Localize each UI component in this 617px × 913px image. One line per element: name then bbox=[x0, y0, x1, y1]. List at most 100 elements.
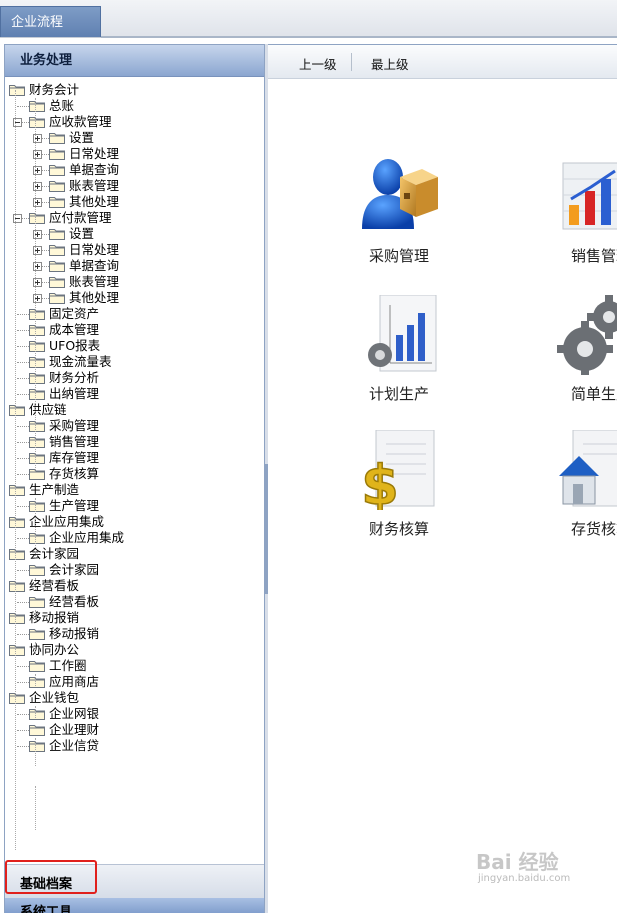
tree-node-label: 移动报销 bbox=[49, 626, 100, 641]
tile-inventory-accounting[interactable]: 存货核算 bbox=[523, 430, 617, 550]
tree-node-label: 出纳管理 bbox=[49, 386, 100, 401]
folder-icon bbox=[9, 612, 25, 624]
tree-connector bbox=[17, 378, 29, 379]
tile-finance-accounting[interactable]: $ 财务核算 bbox=[328, 430, 458, 550]
tree-node-label: 存货核算 bbox=[49, 466, 100, 481]
tree-connector bbox=[17, 634, 29, 635]
top-level-button[interactable]: 最上级 bbox=[371, 54, 409, 73]
sales-bar-chart-icon bbox=[562, 162, 617, 230]
main-content: 上一级 最上级 采购管理 销售管 计划生产 简单生 $ 财务核算 存货核 bbox=[268, 44, 617, 913]
purchase-person-box-icon bbox=[362, 159, 438, 229]
tree-guide-line bbox=[35, 98, 36, 470]
tile-purchase[interactable]: 采购管理 bbox=[328, 157, 458, 277]
tree-guide-line bbox=[35, 610, 36, 622]
tree-connector bbox=[17, 538, 29, 539]
house-document-icon bbox=[559, 430, 617, 507]
top-divider bbox=[101, 36, 617, 38]
tree-node-label: 应用商店 bbox=[49, 674, 100, 689]
folder-icon bbox=[29, 340, 45, 352]
tree-connector bbox=[17, 682, 29, 683]
folder-icon bbox=[29, 420, 45, 432]
tree-node-label: 成本管理 bbox=[49, 322, 100, 337]
folder-icon bbox=[49, 244, 65, 256]
tile-label: 财务核算 bbox=[368, 520, 429, 538]
folder-icon bbox=[29, 532, 45, 544]
tile-label: 简单生产 bbox=[570, 385, 617, 403]
tile-sales[interactable]: 销售管理 bbox=[523, 157, 617, 277]
tile-plan-production[interactable]: 计划生产 bbox=[328, 295, 458, 415]
folder-icon bbox=[29, 628, 45, 640]
tile-label: 计划生产 bbox=[368, 385, 429, 403]
tree-node-label: 日常处理 bbox=[69, 146, 120, 161]
folder-icon bbox=[29, 308, 45, 320]
folder-icon bbox=[29, 708, 45, 720]
tree-node-label: 工作圈 bbox=[49, 658, 87, 673]
folder-icon bbox=[29, 564, 45, 576]
panel-footer-system-tools[interactable]: 系统工具 bbox=[5, 898, 264, 913]
tree-connector bbox=[17, 474, 29, 475]
folder-icon bbox=[49, 180, 65, 192]
tree-connector bbox=[17, 394, 29, 395]
up-level-button[interactable]: 上一级 bbox=[299, 54, 337, 73]
tree-node-label: 会计家园 bbox=[29, 546, 80, 561]
tree-connector bbox=[17, 442, 29, 443]
folder-icon bbox=[29, 324, 45, 336]
tree-connector bbox=[17, 458, 29, 459]
tree-node-label: 生产管理 bbox=[49, 498, 100, 513]
tile-simple-production[interactable]: 简单生产 bbox=[523, 295, 617, 415]
folder-icon bbox=[49, 164, 65, 176]
tile-label: 销售管理 bbox=[570, 247, 617, 265]
tree-guide-line bbox=[35, 498, 36, 558]
tree-connector bbox=[17, 730, 29, 731]
tree-node-label: 企业应用集成 bbox=[29, 514, 105, 529]
folder-icon bbox=[49, 196, 65, 208]
system-tools-label: 系统工具 bbox=[20, 905, 73, 913]
folder-icon bbox=[9, 516, 25, 528]
tree-node-label: 其他处理 bbox=[69, 194, 120, 209]
folder-icon bbox=[49, 276, 65, 288]
tree-node-label: 日常处理 bbox=[69, 242, 120, 257]
folder-icon bbox=[29, 212, 45, 224]
plan-chart-gear-icon bbox=[368, 295, 437, 372]
folder-icon bbox=[29, 596, 45, 608]
tree-node-label: 单据查询 bbox=[69, 162, 120, 177]
tree-guide-line bbox=[35, 706, 36, 718]
tree-node-label: 会计家园 bbox=[49, 562, 100, 577]
folder-icon bbox=[29, 724, 45, 736]
tree-connector bbox=[17, 330, 29, 331]
folder-icon bbox=[49, 132, 65, 144]
tree-node-label: 企业信贷 bbox=[49, 738, 100, 753]
tree-node-label: 财务分析 bbox=[49, 370, 100, 385]
tree-node-label: 企业钱包 bbox=[29, 690, 80, 705]
tree-node-label: 固定资产 bbox=[49, 306, 100, 321]
dollar-document-icon: $ bbox=[360, 430, 435, 510]
folder-icon bbox=[9, 548, 25, 560]
folder-icon bbox=[9, 84, 25, 96]
panel-header-business[interactable]: 业务处理 bbox=[5, 45, 264, 77]
tree-node-label: 销售管理 bbox=[49, 434, 100, 449]
tree-node-label: 设置 bbox=[69, 130, 95, 145]
tree-node-label: 协同办公 bbox=[29, 642, 80, 657]
tree-node-label: 移动报销 bbox=[29, 610, 80, 625]
folder-icon bbox=[49, 148, 65, 160]
tree-node-label: 财务会计 bbox=[29, 82, 80, 97]
tree-node-label: 经营看板 bbox=[49, 594, 100, 609]
folder-icon bbox=[29, 740, 45, 752]
tree-connector bbox=[17, 346, 29, 347]
highlight-box bbox=[5, 860, 97, 894]
tree-node-label: 总账 bbox=[49, 98, 75, 113]
tab-enterprise-process[interactable]: 企业流程 bbox=[0, 6, 101, 37]
tree-guide-line bbox=[35, 642, 36, 654]
nav-toolbar: 上一级 最上级 bbox=[268, 45, 617, 79]
svg-text:$: $ bbox=[361, 454, 399, 510]
gears-icon bbox=[557, 295, 617, 375]
folder-icon bbox=[29, 500, 45, 512]
folder-icon bbox=[29, 468, 45, 480]
tree-node-label: 生产制造 bbox=[29, 482, 80, 497]
folder-icon bbox=[29, 372, 45, 384]
tree-connector bbox=[17, 506, 29, 507]
tree-node-label: 现金流量表 bbox=[49, 354, 112, 369]
tree-node-label: 企业应用集成 bbox=[49, 530, 125, 545]
tree-node-label: 其他处理 bbox=[69, 290, 120, 305]
folder-icon bbox=[29, 676, 45, 688]
